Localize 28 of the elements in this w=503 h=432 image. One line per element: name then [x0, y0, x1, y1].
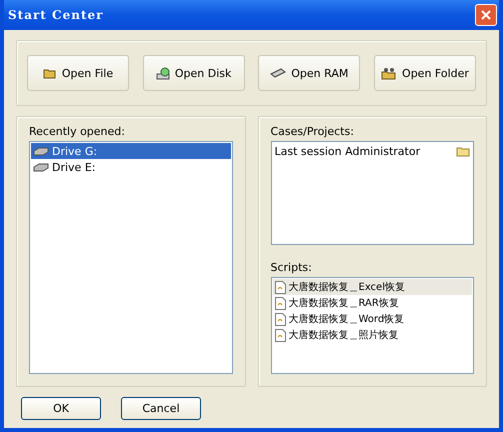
- open-button[interactable]: Open Folder: [374, 55, 476, 91]
- open-button[interactable]: Open Disk: [142, 55, 245, 91]
- list-label: Cases/Projects:: [270, 125, 355, 138]
- close-button[interactable]: [475, 4, 497, 26]
- dialog-button[interactable]: OK: [21, 397, 101, 420]
- script-file-icon: [274, 280, 286, 294]
- folder-icon: [42, 67, 57, 79]
- script-item[interactable]: 大唐数据恢复＿Excel恢复: [272, 279, 472, 295]
- drive-item[interactable]: Drive G:: [31, 143, 230, 159]
- dialog-button[interactable]: Cancel: [121, 397, 201, 420]
- open-button[interactable]: Open File: [27, 55, 129, 91]
- drive-icon: [33, 162, 49, 172]
- drive-icon: [33, 146, 49, 156]
- script-file-icon: [274, 328, 286, 342]
- script-item[interactable]: 大唐数据恢复＿Word恢复: [272, 311, 472, 327]
- folder-icon: [456, 146, 470, 156]
- drive-item[interactable]: Drive E:: [31, 159, 230, 175]
- open-button[interactable]: Open RAM: [258, 55, 360, 91]
- case-item[interactable]: Last session Administrator: [272, 143, 472, 159]
- close-icon: [480, 9, 492, 21]
- list-label: Scripts:: [270, 261, 313, 274]
- window-title: Start Center: [8, 8, 104, 22]
- list-label: Recently opened:: [29, 125, 126, 138]
- script-item[interactable]: 大唐数据恢复＿RAR恢复: [272, 295, 472, 311]
- script-file-icon: [274, 312, 286, 326]
- script-file-icon: [274, 296, 286, 310]
- script-item[interactable]: 大唐数据恢复＿照片恢复: [272, 327, 472, 343]
- disk-icon: [156, 66, 170, 80]
